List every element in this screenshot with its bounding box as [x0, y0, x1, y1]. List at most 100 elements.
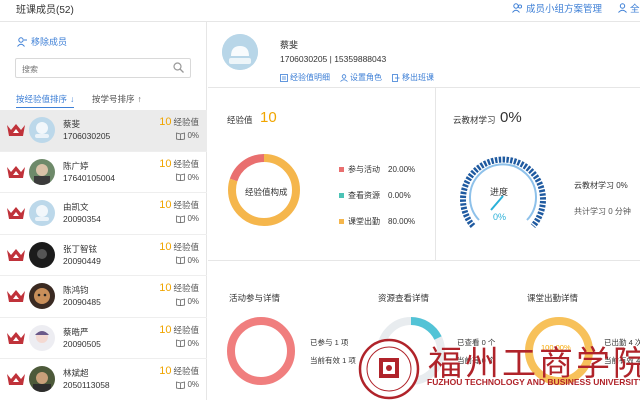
- search-input[interactable]: [16, 60, 166, 79]
- member-name: 陈广婷: [63, 160, 89, 171]
- crown-icon: [7, 373, 25, 385]
- member-exp-value: 10: [159, 240, 172, 253]
- sort-by-id-tab[interactable]: 按学号排序 ↑: [92, 93, 142, 105]
- book-icon: [176, 380, 186, 389]
- member-progress: 0%: [176, 297, 199, 306]
- member-row[interactable]: 林斌超 2050113058 10 经验值 0%: [0, 359, 207, 400]
- person-icon: [340, 73, 348, 82]
- legend-swatch: [339, 219, 344, 224]
- activity-ring-value: 100.00%: [243, 343, 273, 352]
- arrow-up-icon: ↑: [137, 94, 142, 104]
- member-profile: 蔡斐 1706030205 | 15359888043 经验值明细 设置角色 移…: [208, 22, 640, 88]
- member-panel: 移除成员 按经验值排序 ↓ 按学号排序 ↑ 蔡斐 1706030205 10经验…: [0, 22, 207, 400]
- crown-icon: [7, 124, 25, 136]
- university-seal-logo: [358, 338, 420, 400]
- member-progress: 0%: [176, 380, 199, 389]
- member-progress-value: 0%: [187, 131, 199, 140]
- member-exp: 10 经验值: [159, 365, 199, 377]
- avatar: [29, 241, 55, 268]
- member-exp-value: 10: [159, 323, 172, 336]
- exit-icon: [392, 73, 400, 82]
- member-progress: 0%: [176, 214, 199, 223]
- avatar: [29, 117, 55, 143]
- book-icon: [176, 173, 186, 181]
- member-progress: 0%: [176, 173, 199, 182]
- book-icon: [176, 297, 186, 306]
- crown-icon: [7, 331, 25, 344]
- group-scheme-link[interactable]: 成员小组方案管理: [512, 1, 602, 15]
- remove-member-label: 移除成员: [31, 37, 68, 47]
- member-id: 20090354: [63, 214, 101, 224]
- remove-from-class-link[interactable]: 移出班课: [392, 72, 434, 83]
- member-progress-value: 0%: [187, 297, 199, 306]
- profile-actions: 经验值明细 设置角色 移出班课: [280, 72, 434, 83]
- member-exp-unit: 经验值: [173, 117, 199, 127]
- gauge-value: 0%: [493, 212, 507, 222]
- remove-member-button[interactable]: 移除成员: [17, 35, 67, 48]
- member-exp-value: 10: [159, 282, 172, 294]
- member-id: 20090485: [63, 297, 101, 307]
- member-exp-unit: 经验值: [173, 366, 199, 376]
- member-exp: 10 经验值: [159, 241, 199, 253]
- activity-valid: 当前有效 1 项: [310, 356, 356, 365]
- member-row[interactable]: 张丁智铉 20090449 10 经验值 0%: [0, 235, 207, 276]
- member-progress-value: 0%: [187, 338, 199, 348]
- legend-value: 0.00%: [388, 191, 411, 200]
- cloud-label: 云教材学习: [453, 115, 496, 125]
- search-box: [15, 58, 191, 79]
- member-id: 17640105004: [63, 172, 116, 183]
- gauge-label: 进度: [490, 187, 509, 197]
- member-exp: 10 经验值: [159, 324, 199, 336]
- crown-icon: [7, 207, 25, 219]
- member-name: 林斌超: [63, 368, 89, 378]
- arrow-down-icon: ↓: [70, 94, 75, 104]
- remove-from-class-label: 移出班课: [402, 73, 434, 82]
- set-role-label: 设置角色: [350, 73, 382, 82]
- member-progress: 0%: [176, 256, 199, 265]
- member-exp-value: 10: [159, 365, 172, 377]
- member-row[interactable]: 由凯文 20090354 10 经验值 0%: [0, 193, 207, 235]
- member-row[interactable]: 蔡晧严 20090505 10 经验值 0%: [0, 318, 207, 359]
- people-icon: [512, 3, 523, 13]
- legend-value: 80.00%: [388, 217, 416, 226]
- more-link[interactable]: 全: [618, 1, 640, 15]
- profile-avatar: [222, 34, 258, 70]
- member-row[interactable]: 陈鸿钧 20090485 10 经验值 0%: [0, 276, 207, 318]
- member-id: 1706030205: [63, 131, 111, 141]
- crown-icon: [7, 165, 25, 178]
- member-row[interactable]: 蔡斐 1706030205 10 经验值 0%: [0, 110, 207, 152]
- member-row[interactable]: 陈广婷 17640105004 10 经验值 0%: [0, 152, 207, 193]
- search-icon[interactable]: [173, 62, 184, 73]
- resource-detail-title: 资源查看详情: [378, 293, 430, 303]
- book-icon: [176, 339, 186, 347]
- member-exp: 10 经验值: [159, 199, 199, 211]
- member-id: 20090449: [63, 255, 101, 266]
- member-name: 蔡晧严: [63, 326, 89, 337]
- book-icon: [176, 256, 186, 264]
- member-name: 张丁智铉: [63, 243, 98, 254]
- member-exp: 10 经验值: [159, 116, 199, 128]
- activity-detail-title: 活动参与详情: [229, 293, 281, 303]
- member-id: 20090505: [63, 338, 101, 349]
- member-id: 2050113058: [63, 380, 110, 390]
- cloud-stat-minutes: 共计学习 0 分钟: [574, 207, 631, 216]
- avatar: [29, 200, 55, 226]
- sort-by-exp-label: 按经验值排序: [16, 94, 68, 104]
- attendance-detail-title: 课堂出勤详情: [527, 293, 579, 303]
- sort-by-exp-tab[interactable]: 按经验值排序 ↓: [16, 93, 75, 108]
- member-progress-value: 0%: [187, 214, 199, 223]
- app-root: 班课成员(52) 成员小组方案管理 全 移除成员 按经验值排序 ↓ 按学号排序 …: [0, 0, 640, 400]
- page-title: 班课成员(52): [16, 5, 74, 16]
- experience-card: 经验值 10 经验值构成 参与活动 20.00% 查看资源 0.00% 课堂出勤 80…: [208, 88, 436, 260]
- remove-person-icon: [17, 36, 27, 47]
- legend-name: 查看资源: [348, 191, 380, 200]
- cloud-textbook-card: 云教材学习 0% 进度 0% 云教材学习 0% 共计学习 0 分钟: [437, 88, 640, 260]
- cloud-stat-progress: 云教材学习 0%: [574, 181, 628, 190]
- set-role-link[interactable]: 设置角色: [340, 72, 382, 83]
- exp-detail-link[interactable]: 经验值明细: [280, 72, 330, 83]
- group-scheme-label: 成员小组方案管理: [526, 4, 603, 15]
- legend-attendance: 课堂出勤 80.00%: [339, 216, 415, 227]
- list-icon: [280, 73, 288, 82]
- member-exp-unit: 经验值: [173, 241, 199, 252]
- legend-name: 课堂出勤: [348, 217, 380, 226]
